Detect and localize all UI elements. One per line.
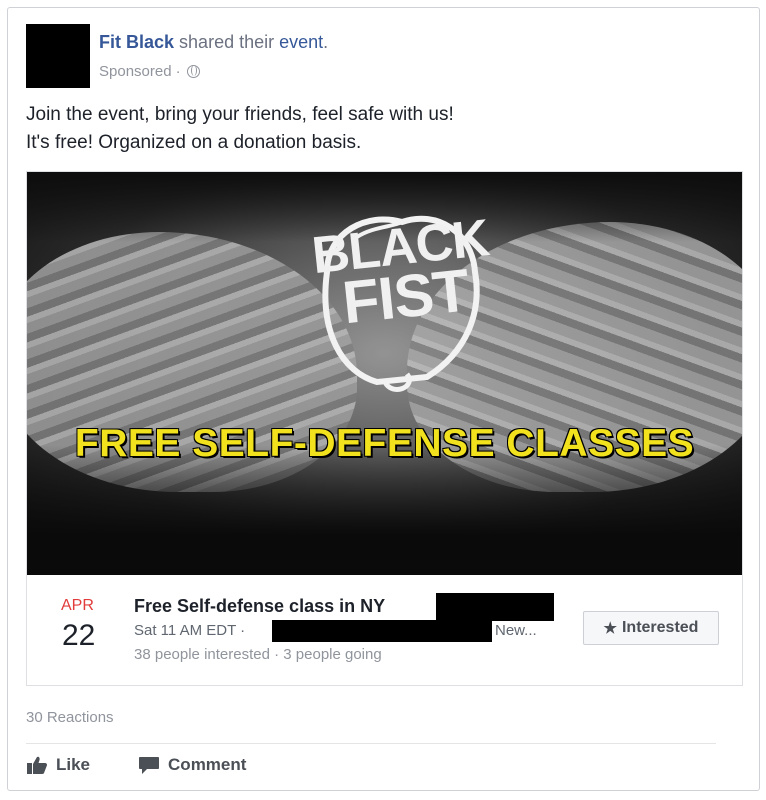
post-text-line-2: It's free! Organized on a donation basis… <box>26 132 362 153</box>
comment-icon <box>139 757 160 774</box>
event-link[interactable]: event <box>279 32 323 52</box>
event-location[interactable]: New... <box>495 622 537 639</box>
event-stats: 38 people interested · 3 people going <box>134 646 382 663</box>
event-attachment[interactable]: BLACK FIST FREE SELF-DEFENSE CLASSES APR… <box>26 171 743 686</box>
reactions-count[interactable]: 30 Reactions <box>26 709 114 726</box>
comment-button[interactable]: Comment <box>138 753 246 777</box>
page-name-link[interactable]: Fit Black <box>99 32 174 52</box>
cover-title: FREE SELF-DEFENSE CLASSES <box>74 422 695 465</box>
event-month: APR <box>61 597 94 614</box>
actions-divider <box>26 743 716 744</box>
stats-separator: · <box>274 646 280 663</box>
avatar[interactable] <box>26 24 90 88</box>
logo-line-2: FIST <box>339 256 472 337</box>
sponsored-label[interactable]: Sponsored <box>99 63 172 80</box>
like-label: Like <box>56 755 91 774</box>
thumbs-up-icon <box>27 756 47 774</box>
star-icon: ★ <box>603 620 617 637</box>
event-title[interactable]: Free Self-defense class in NY <box>134 596 385 617</box>
post-card: Fit Black shared their event. Sponsored … <box>7 7 760 791</box>
header-period: . <box>323 32 329 52</box>
event-cover-image[interactable]: BLACK FIST FREE SELF-DEFENSE CLASSES <box>27 172 742 575</box>
fist-logo-text: BLACK FIST <box>308 209 497 337</box>
like-button[interactable]: Like <box>26 753 90 777</box>
interested-button-label: Interested <box>621 619 699 636</box>
redacted-location-block <box>272 620 492 642</box>
globe-icon <box>186 65 200 78</box>
interested-button[interactable]: ★ Interested <box>583 611 719 645</box>
meta-separator: · <box>175 63 181 80</box>
post-text-line-1: Join the event, bring your friends, feel… <box>26 104 454 125</box>
redacted-title-block <box>436 593 554 621</box>
action-bar: Like Comment <box>26 753 246 777</box>
event-day: 22 <box>62 619 96 652</box>
shared-text: shared their <box>179 32 275 52</box>
going-count[interactable]: 3 people going <box>283 646 381 663</box>
event-time: Sat 11 AM EDT · <box>134 622 246 639</box>
post-header: Fit Black shared their event. <box>99 32 328 53</box>
post-body: Join the event, bring your friends, feel… <box>26 101 454 157</box>
post-meta: Sponsored · <box>99 63 200 80</box>
comment-label: Comment <box>168 755 247 774</box>
interested-count[interactable]: 38 people interested <box>134 646 270 663</box>
event-details: APR 22 Free Self-defense class in NY Sat… <box>27 575 742 685</box>
